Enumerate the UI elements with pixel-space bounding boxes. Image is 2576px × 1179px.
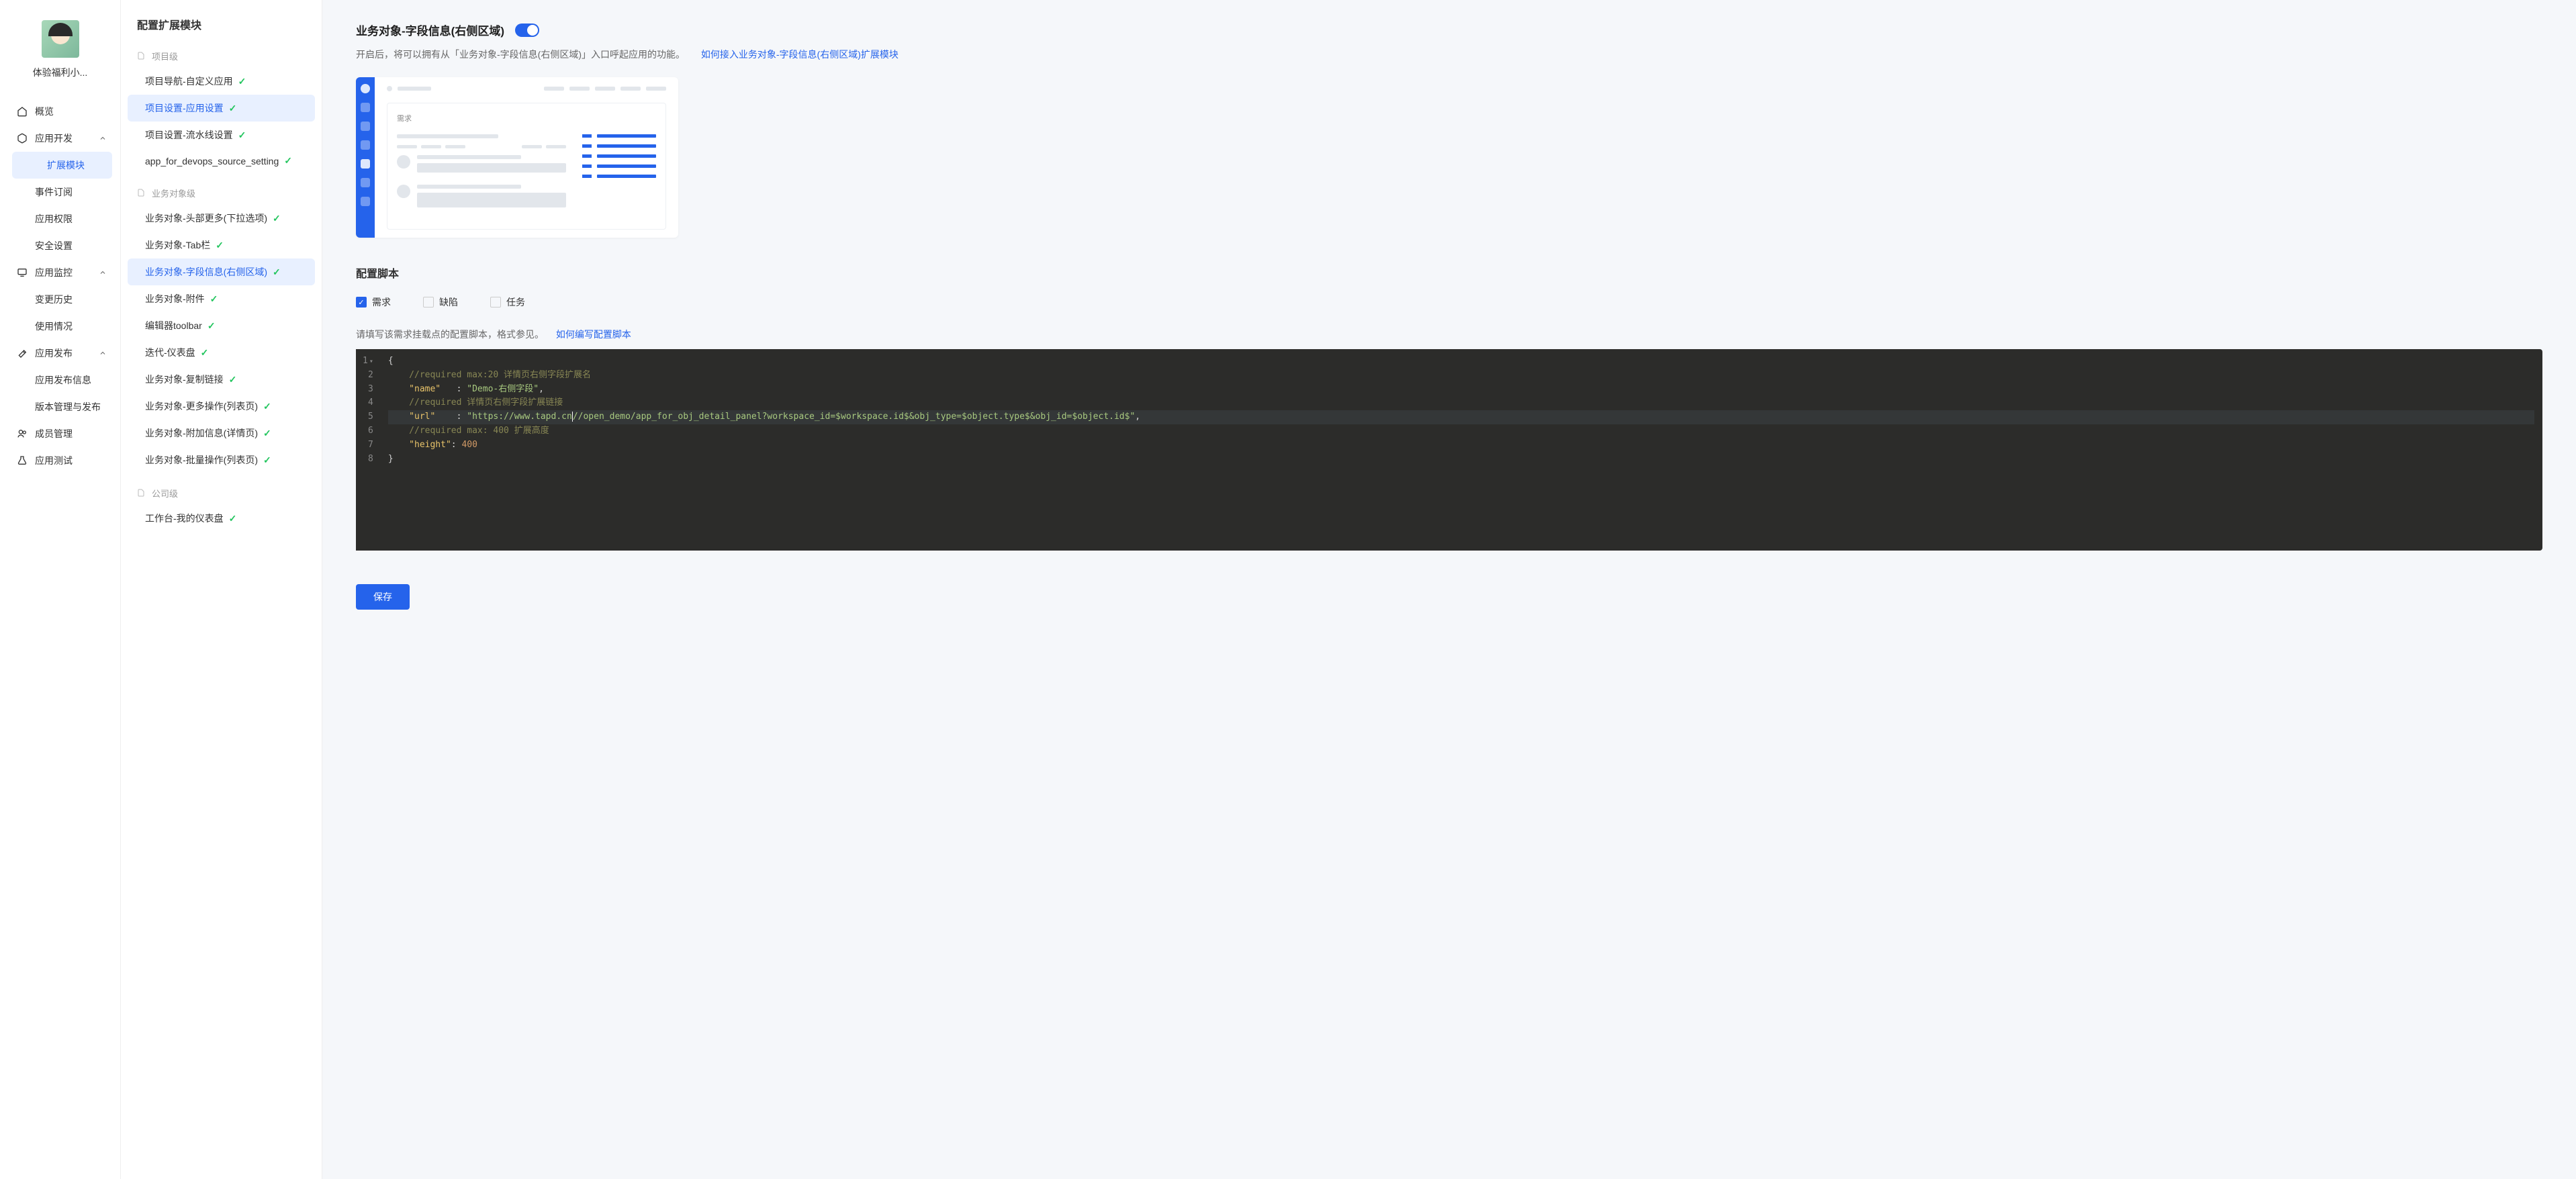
check-icon: ✓ [263, 455, 271, 466]
group-project: 项目级 [121, 44, 322, 68]
avatar-block: 体验福利小... [0, 20, 120, 79]
doc-link[interactable]: 如何接入业务对象-字段信息(右侧区域)扩展模块 [701, 49, 899, 60]
code-body[interactable]: { //required max:20 详情页右侧字段扩展名 "name" : … [380, 349, 2542, 551]
preview-mock: 需求 [356, 77, 678, 238]
checkbox-req[interactable]: ✓需求 [356, 295, 391, 309]
check-icon: ✓ [216, 240, 224, 251]
nav-monitor[interactable]: 应用监控 [0, 259, 120, 286]
check-icon: ✓ [263, 401, 271, 412]
cfg-editor-toolbar[interactable]: 编辑器toolbar✓ [121, 312, 322, 339]
check-icon: ✓ [229, 513, 237, 524]
nav-app-test[interactable]: 应用测试 [0, 447, 120, 474]
cube-icon [16, 132, 28, 144]
check-icon: ✓ [238, 76, 246, 87]
cfg-biz-attach[interactable]: 业务对象-附件✓ [121, 285, 322, 312]
check-icon: ✓ [201, 347, 209, 359]
file-icon [137, 52, 146, 61]
home-icon [16, 105, 28, 117]
section-desc: 开启后，将可以拥有从「业务对象-字段信息(右侧区域)」入口呼起应用的功能。 如何… [356, 48, 2542, 61]
nav-ext-modules[interactable]: 扩展模块 [12, 152, 112, 179]
flask-icon [16, 455, 28, 467]
rail-icon [361, 197, 370, 206]
rail-icon [361, 103, 370, 112]
nav-publish-info[interactable]: 应用发布信息 [0, 367, 120, 393]
avatar-name: 体验福利小... [33, 66, 88, 79]
nav-appdev[interactable]: 应用开发 [0, 125, 120, 152]
check-icon: ✓ [273, 267, 281, 278]
rail-icon [361, 178, 370, 187]
checkbox-icon [423, 297, 434, 308]
rail-icon [361, 159, 370, 169]
main-content: 业务对象-字段信息(右侧区域) 开启后，将可以拥有从「业务对象-字段信息(右侧区… [322, 0, 2576, 1179]
checkbox-icon: ✓ [356, 297, 367, 308]
save-button[interactable]: 保存 [356, 584, 410, 610]
nav-overview[interactable]: 概览 [0, 98, 120, 125]
check-icon: ✓ [263, 428, 271, 439]
sidebar-config: 配置扩展模块 项目级 项目导航-自定义应用✓ 项目设置-应用设置✓ 项目设置-流… [121, 0, 322, 1179]
enable-toggle[interactable] [515, 23, 539, 37]
check-icon: ✓ [284, 155, 292, 167]
rail-icon [361, 84, 370, 93]
cfg-iter-dashboard[interactable]: 迭代-仪表盘✓ [121, 339, 322, 366]
code-editor[interactable]: 1▾ 2 3 4 5 6 7 8 { //required max:20 详情页… [356, 349, 2542, 551]
nav-version-mgmt[interactable]: 版本管理与发布 [0, 393, 120, 420]
check-icon: ✓ [210, 293, 218, 305]
rocket-icon [16, 347, 28, 359]
page-title: 业务对象-字段信息(右侧区域) [356, 21, 504, 38]
checkbox-task[interactable]: 任务 [490, 295, 525, 309]
users-icon [16, 428, 28, 440]
group-biz: 业务对象级 [121, 181, 322, 205]
script-title: 配置脚本 [356, 265, 2542, 281]
rail-icon [361, 122, 370, 131]
avatar[interactable] [42, 20, 79, 58]
preview-rail [356, 77, 375, 238]
check-icon: ✓ [208, 320, 216, 332]
gutter: 1▾ 2 3 4 5 6 7 8 [356, 349, 380, 551]
check-icon: ✓ [229, 103, 237, 114]
cfg-workbench-dash[interactable]: 工作台-我的仪表盘✓ [121, 505, 322, 532]
nav-publish[interactable]: 应用发布 [0, 340, 120, 367]
checkbox-icon [490, 297, 501, 308]
group-company: 公司级 [121, 481, 322, 505]
cfg-biz-batch-ops[interactable]: 业务对象-批量操作(列表页)✓ [121, 446, 322, 473]
checkbox-row: ✓需求 缺陷 任务 [356, 295, 2542, 309]
nav-event-sub[interactable]: 事件订阅 [0, 179, 120, 205]
cfg-biz-copy-link[interactable]: 业务对象-复制链接✓ [121, 366, 322, 393]
file-icon [137, 489, 146, 498]
cfg-project-set-app[interactable]: 项目设置-应用设置✓ [128, 95, 315, 122]
chevron-up-icon [99, 269, 107, 277]
check-icon: ✓ [273, 213, 281, 224]
config-title: 配置扩展模块 [121, 16, 322, 44]
monitor-icon [16, 267, 28, 279]
cfg-biz-attach-info[interactable]: 业务对象-附加信息(详情页)✓ [121, 420, 322, 446]
cfg-biz-field-info[interactable]: 业务对象-字段信息(右侧区域)✓ [128, 258, 315, 285]
nav-change-hist[interactable]: 变更历史 [0, 286, 120, 313]
chevron-up-icon [99, 134, 107, 142]
sidebar-main: 体验福利小... 概览 应用开发 扩展模块 事件订阅 应用权限 安全设置 应用监… [0, 0, 121, 1179]
nav-app-perm[interactable]: 应用权限 [0, 205, 120, 232]
cfg-biz-head-more[interactable]: 业务对象-头部更多(下拉选项)✓ [121, 205, 322, 232]
nav-security[interactable]: 安全设置 [0, 232, 120, 259]
cfg-biz-tab[interactable]: 业务对象-Tab栏✓ [121, 232, 322, 258]
cfg-biz-more-ops[interactable]: 业务对象-更多操作(列表页)✓ [121, 393, 322, 420]
checkbox-defect[interactable]: 缺陷 [423, 295, 458, 309]
nav-usage[interactable]: 使用情况 [0, 313, 120, 340]
file-icon [137, 189, 146, 198]
cfg-project-set-pipeline[interactable]: 项目设置-流水线设置✓ [121, 122, 322, 148]
rail-icon [361, 140, 370, 150]
hint: 请填写该需求挂载点的配置脚本，格式参见。 如何编写配置脚本 [356, 328, 2542, 341]
hint-link[interactable]: 如何编写配置脚本 [556, 329, 631, 340]
nav-member-mgmt[interactable]: 成员管理 [0, 420, 120, 447]
chevron-up-icon [99, 349, 107, 357]
cfg-app-devops-src[interactable]: app_for_devops_source_setting✓ [121, 148, 322, 173]
check-icon: ✓ [229, 374, 237, 385]
cfg-project-nav-custom[interactable]: 项目导航-自定义应用✓ [121, 68, 322, 95]
check-icon: ✓ [238, 130, 246, 141]
preview-card-label: 需求 [397, 113, 656, 124]
